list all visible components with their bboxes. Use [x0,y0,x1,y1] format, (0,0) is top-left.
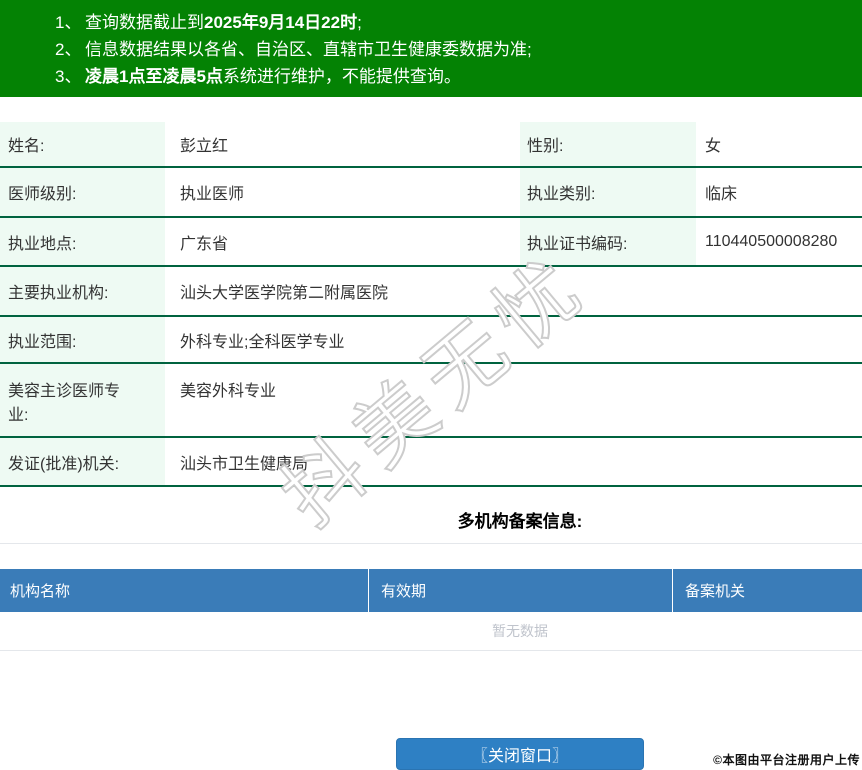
level-value: 执业医师 [180,186,245,203]
gender-value: 女 [705,138,722,155]
table-row: 姓名: 彭立红 性别: 女 [0,122,862,168]
column-header-filing-authority: 备案机关 [672,569,862,612]
name-value: 彭立红 [180,138,229,155]
notice-text-bold: 2025年9月14日22时 [204,13,358,32]
column-header-validity: 有效期 [368,569,672,612]
close-window-button[interactable]: 〖关闭窗口〗 [396,738,644,770]
level-label: 医师级别: [0,168,165,216]
cosmetic-label-text: 美容主诊医师专业: [8,383,121,424]
table-row: 美容主诊医师专业: 美容外科专业 [0,364,862,438]
notice-text-bold: 凌晨1点至凌晨5点 [85,67,223,86]
category-value: 临床 [705,186,738,203]
main-org-label: 主要执业机构: [0,267,165,315]
cosmetic-value: 美容外科专业 [180,383,277,400]
gender-label: 性别: [520,122,696,166]
location-label: 执业地点: [0,218,165,265]
cert-no-value: 110440500008280 [705,232,838,250]
table-row: 主要执业机构: 汕头大学医学院第二附属医院 [0,267,862,317]
empty-data-placeholder: 暂无数据 [0,612,862,651]
section-divider [0,543,862,544]
issuer-label: 发证(批准)机关: [0,438,165,485]
scope-label: 执业范围: [0,317,165,362]
doctor-info-table: 姓名: 彭立红 性别: 女 医师级别: 执业医师 执业类别: 临床 执业地点: … [0,122,862,487]
category-label: 执业类别: [520,168,696,216]
notice-number: 2、 [55,40,82,59]
scope-value: 外科专业;全科医学专业 [180,333,345,351]
notice-text: 查询数据截止到 [85,13,204,32]
name-label: 姓名: [0,122,165,166]
notice-line-3: 3、 凌晨1点至凌晨5点系统进行维护，不能提供查询。 [55,63,842,90]
table-row: 医师级别: 执业医师 执业类别: 临床 [0,168,862,218]
column-header-org-name: 机构名称 [10,583,71,600]
notice-text: 系统进行维护，不能提供查询。 [222,67,461,86]
notice-number: 3、 [55,67,82,86]
multi-org-section-title: 多机构备案信息: [457,512,583,531]
notice-banner: 1、 查询数据截止到2025年9月14日22时; 2、 信息数据结果以各省、自治区、… [0,0,862,97]
corner-upload-note: ©本图由平台注册用户上传 [713,753,860,767]
license-query-page: 1、 查询数据截止到2025年9月14日22时; 2、 信息数据结果以各省、自治区、… [0,0,862,770]
table-row: 执业地点: 广东省 执业证书编码: 110440500008280 [0,218,862,267]
main-org-value: 汕头大学医学院第二附属医院 [180,285,389,302]
records-table-header: 机构名称 有效期 备案机关 [0,569,862,612]
notice-line-2: 2、 信息数据结果以各省、自治区、直辖市卫生健康委数据为准; [55,36,842,63]
cosmetic-label: 美容主诊医师专业: [0,364,165,436]
notice-line-1: 1、 查询数据截止到2025年9月14日22时; [55,9,842,36]
table-row: 执业范围: 外科专业;全科医学专业 [0,317,862,364]
notice-text: 信息数据结果以各省、自治区、直辖市卫生健康委数据为准; [85,40,532,59]
cert-no-label: 执业证书编码: [520,218,696,265]
notice-number: 1、 [55,13,82,32]
issuer-value: 汕头市卫生健康局 [180,455,309,473]
content-container: 姓名: 彭立红 性别: 女 医师级别: 执业医师 执业类别: 临床 执业地点: … [0,122,862,770]
location-value: 广东省 [180,235,229,253]
table-row: 发证(批准)机关: 汕头市卫生健康局 [0,438,862,487]
notice-text: ; [357,13,362,32]
multi-org-records-table: 机构名称 有效期 备案机关 暂无数据 [0,569,862,651]
